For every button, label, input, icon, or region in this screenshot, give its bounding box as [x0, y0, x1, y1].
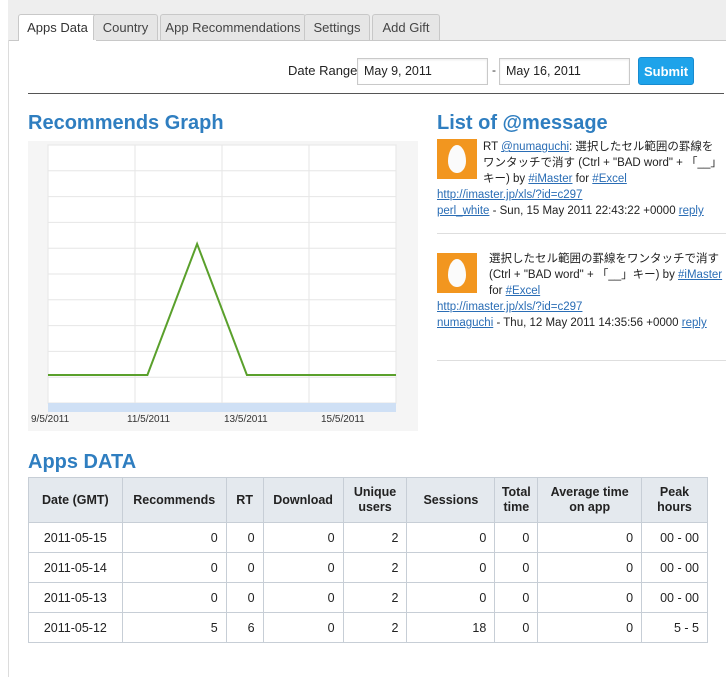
- table-cell: 0: [537, 612, 643, 643]
- apps-data-title: Apps DATA: [28, 451, 137, 473]
- table-cell: 0: [494, 612, 539, 643]
- table-cell: 2: [342, 612, 408, 643]
- line-chart: [47, 144, 397, 412]
- table-cell: 2011-05-13: [28, 582, 123, 613]
- table-cell: 0: [494, 552, 539, 583]
- start-date-input[interactable]: May 9, 2011: [357, 58, 488, 85]
- table-cell: 6: [225, 612, 264, 643]
- tab-bar: Apps Data Country App Recommendations Se…: [8, 0, 726, 41]
- table-cell: 0: [121, 582, 227, 613]
- table-row: 2011-05-13 0 0 0 2 0 0 0 00 - 00: [28, 582, 708, 613]
- column-header[interactable]: Recommends: [121, 477, 227, 523]
- message-prefix: RT: [483, 141, 502, 153]
- tab-settings[interactable]: Settings: [304, 14, 370, 40]
- message-timestamp: - Sun, 15 May 2011 22:43:22 +0000: [489, 205, 679, 217]
- table-cell: 5: [121, 612, 227, 643]
- hashtag-link[interactable]: #iMaster: [678, 269, 722, 281]
- hashtag-link[interactable]: #iMaster: [528, 173, 572, 185]
- url-link[interactable]: http://imaster.jp/xls/?id=c297: [437, 189, 582, 201]
- end-date-input[interactable]: May 16, 2011: [499, 58, 630, 85]
- column-header[interactable]: Total time: [494, 477, 539, 523]
- date-range-label: Date Range: [288, 63, 358, 78]
- table-cell: 0: [262, 612, 344, 643]
- x-axis-band: [48, 403, 396, 412]
- table-cell: 00 - 00: [641, 522, 708, 553]
- divider: [28, 93, 724, 94]
- table-cell: 0: [262, 522, 344, 553]
- date-range-separator: -: [492, 63, 496, 77]
- apps-data-table: Date (GMT) Recommends RT Download Unique…: [28, 477, 708, 643]
- table-cell: 18: [406, 612, 496, 643]
- table-row: 2011-05-14 0 0 0 2 0 0 0 00 - 00: [28, 552, 708, 583]
- table-cell: 2: [342, 552, 408, 583]
- tab-app-recommendations[interactable]: App Recommendations: [160, 14, 306, 40]
- submit-button[interactable]: Submit: [638, 57, 694, 85]
- column-header[interactable]: Sessions: [406, 477, 496, 523]
- egg-icon: [448, 145, 466, 173]
- reply-link[interactable]: reply: [679, 205, 704, 217]
- table-cell: 5 - 5: [641, 612, 708, 643]
- table-row: 2011-05-12 5 6 0 2 18 0 0 5 - 5: [28, 612, 708, 643]
- user-link[interactable]: numaguchi: [437, 317, 493, 329]
- table-cell: 2011-05-12: [28, 612, 123, 643]
- table-cell: 0: [537, 552, 643, 583]
- column-header[interactable]: Average time on app: [537, 477, 643, 523]
- x-tick-label: 13/5/2011: [224, 414, 268, 425]
- table-cell: 00 - 00: [641, 582, 708, 613]
- table-cell: 2: [342, 522, 408, 553]
- mention-link[interactable]: @numaguchi: [501, 141, 569, 153]
- avatar-icon[interactable]: [437, 139, 477, 179]
- hashtag-link[interactable]: #Excel: [592, 173, 627, 185]
- message-list-title: List of @message: [437, 112, 608, 134]
- table-cell: 0: [121, 552, 227, 583]
- x-tick-label: 11/5/2011: [127, 414, 171, 425]
- message-divider: [437, 233, 726, 234]
- message-connector: for: [572, 173, 593, 185]
- table-cell: 0: [537, 582, 643, 613]
- message-divider: [437, 360, 726, 361]
- table-cell: 0: [262, 582, 344, 613]
- table-cell: 0: [121, 522, 227, 553]
- table-cell: 0: [225, 522, 264, 553]
- table-cell: 2: [342, 582, 408, 613]
- column-header[interactable]: RT: [225, 477, 264, 523]
- x-tick-label: 9/5/2011: [31, 414, 70, 425]
- tab-add-gift[interactable]: Add Gift: [372, 14, 440, 40]
- column-header[interactable]: Unique users: [342, 477, 408, 523]
- recommends-graph: [28, 141, 418, 431]
- table-cell: 0: [406, 582, 496, 613]
- table-cell: 0: [225, 552, 264, 583]
- column-header[interactable]: Peak hours: [641, 477, 708, 523]
- url-link[interactable]: http://imaster.jp/xls/?id=c297: [437, 301, 582, 313]
- hashtag-link[interactable]: #Excel: [506, 285, 541, 297]
- table-header-row: Date (GMT) Recommends RT Download Unique…: [28, 477, 708, 523]
- x-tick-label: 15/5/2011: [321, 414, 365, 425]
- table-cell: 0: [494, 582, 539, 613]
- recommends-graph-title: Recommends Graph: [28, 112, 224, 134]
- tab-country[interactable]: Country: [93, 14, 158, 40]
- message-connector: for: [489, 285, 506, 297]
- column-header[interactable]: Date (GMT): [28, 477, 123, 523]
- column-header[interactable]: Download: [262, 477, 344, 523]
- table-cell: 0: [494, 522, 539, 553]
- frame-border: [8, 40, 9, 677]
- avatar-icon[interactable]: [437, 253, 477, 293]
- table-cell: 2011-05-14: [28, 552, 123, 583]
- table-cell: 0: [406, 552, 496, 583]
- table-cell: 2011-05-15: [28, 522, 123, 553]
- table-cell: 0: [537, 522, 643, 553]
- user-link[interactable]: perl_white: [437, 205, 489, 217]
- tab-apps-data[interactable]: Apps Data: [18, 14, 97, 41]
- table-cell: 0: [225, 582, 264, 613]
- egg-icon: [448, 259, 466, 287]
- reply-link[interactable]: reply: [682, 317, 707, 329]
- table-cell: 0: [262, 552, 344, 583]
- table-cell: 00 - 00: [641, 552, 708, 583]
- table-cell: 0: [406, 522, 496, 553]
- table-row: 2011-05-15 0 0 0 2 0 0 0 00 - 00: [28, 522, 708, 553]
- message-timestamp: - Thu, 12 May 2011 14:35:56 +0000: [493, 317, 682, 329]
